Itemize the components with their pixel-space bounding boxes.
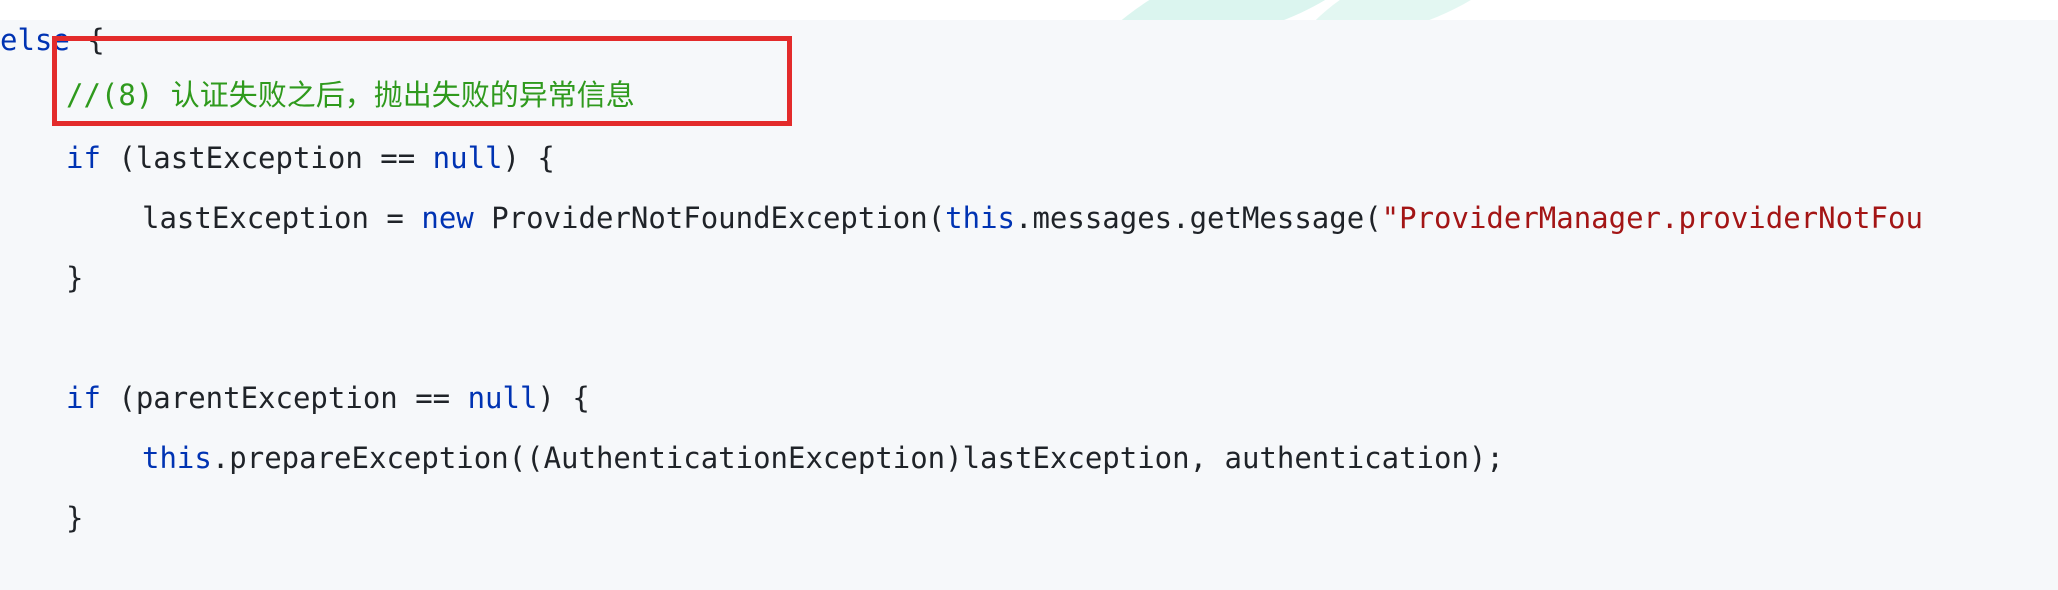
code-text: }: [66, 261, 84, 295]
code-text: (parentException ==: [100, 381, 468, 415]
keyword-null: null: [467, 381, 538, 415]
code-comment: //(8) 认证失败之后，抛出失败的异常信息: [66, 78, 635, 112]
keyword-null: null: [432, 141, 503, 175]
code-text: lastException =: [142, 201, 422, 235]
code-text: }: [66, 501, 84, 535]
code-line-assign: lastException = new ProviderNotFoundExce…: [142, 198, 1923, 238]
code-text: ) {: [537, 381, 590, 415]
code-string: "ProviderManager.providerNotFou: [1381, 201, 1923, 235]
keyword-new: new: [421, 201, 474, 235]
code-text: {: [69, 23, 105, 57]
code-line-if-last: if (lastException == null) {: [66, 138, 555, 178]
screenshot-page: else { //(8) 认证失败之后，抛出失败的异常信息 if (lastEx…: [0, 0, 2058, 590]
keyword-this: this: [142, 441, 212, 475]
code-text: .messages.getMessage(: [1015, 201, 1382, 235]
code-line-comment: //(8) 认证失败之后，抛出失败的异常信息: [66, 75, 635, 115]
code-line-close-brace: }: [66, 498, 83, 538]
code-line-close-brace: }: [66, 258, 83, 298]
code-block: else { //(8) 认证失败之后，抛出失败的异常信息 if (lastEx…: [0, 20, 2058, 590]
keyword-this: this: [945, 201, 1015, 235]
code-text: (lastException ==: [100, 141, 433, 175]
keyword-else: else: [0, 23, 70, 57]
code-text: .prepareException((AuthenticationExcepti…: [211, 441, 1504, 475]
code-line-prepare: this.prepareException((AuthenticationExc…: [142, 438, 1504, 478]
keyword-if: if: [66, 141, 101, 175]
code-text: ProviderNotFoundException(: [473, 201, 946, 235]
code-line-if-parent: if (parentException == null) {: [66, 378, 590, 418]
keyword-if: if: [66, 381, 101, 415]
code-line-else: else {: [0, 20, 105, 60]
code-text: ) {: [502, 141, 555, 175]
